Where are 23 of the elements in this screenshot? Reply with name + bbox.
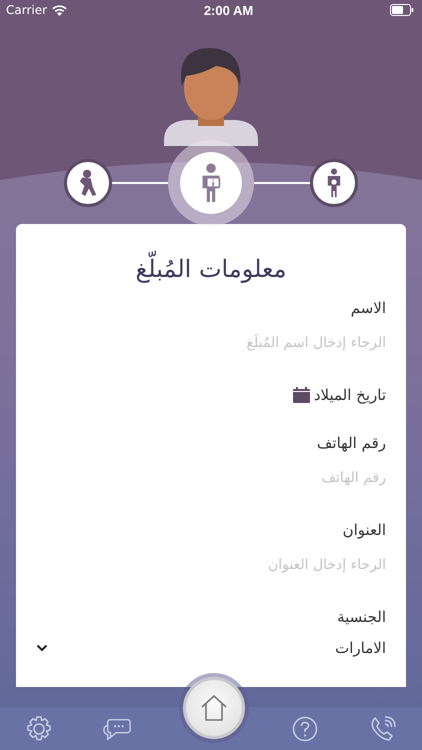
input-field[interactable]: الرجاء إدخال العنوان <box>36 551 386 580</box>
select-field[interactable]: الامارات <box>36 639 386 658</box>
field-label: تاريخ الميلاد <box>314 385 386 406</box>
home-icon <box>199 694 229 722</box>
field-label: رقم الهاتف <box>316 433 386 454</box>
input-field[interactable]: الرجاء إدخال اسم المُبلَغ <box>36 329 386 358</box>
help-icon[interactable] <box>291 714 319 742</box>
step-button[interactable] <box>310 159 358 207</box>
field-label: العنوان <box>342 520 386 540</box>
calendar-icon[interactable] <box>292 387 310 404</box>
settings-icon[interactable] <box>25 714 53 742</box>
phone-call-icon[interactable] <box>369 714 397 742</box>
form-title: معلومات المُبلّغ <box>36 250 386 288</box>
status-time: 2:00 AM <box>204 2 254 18</box>
home-button[interactable] <box>183 677 245 739</box>
carrier-name: Carrier <box>6 3 48 17</box>
field-label: الاسم <box>350 298 386 318</box>
field-label: الجنسية <box>337 607 386 628</box>
step-button[interactable] <box>64 159 112 207</box>
input-field[interactable]: رقم الهاتف <box>36 464 386 492</box>
chevron-down-icon <box>36 644 48 652</box>
wifi-icon <box>52 4 68 16</box>
battery-icon <box>390 4 414 16</box>
